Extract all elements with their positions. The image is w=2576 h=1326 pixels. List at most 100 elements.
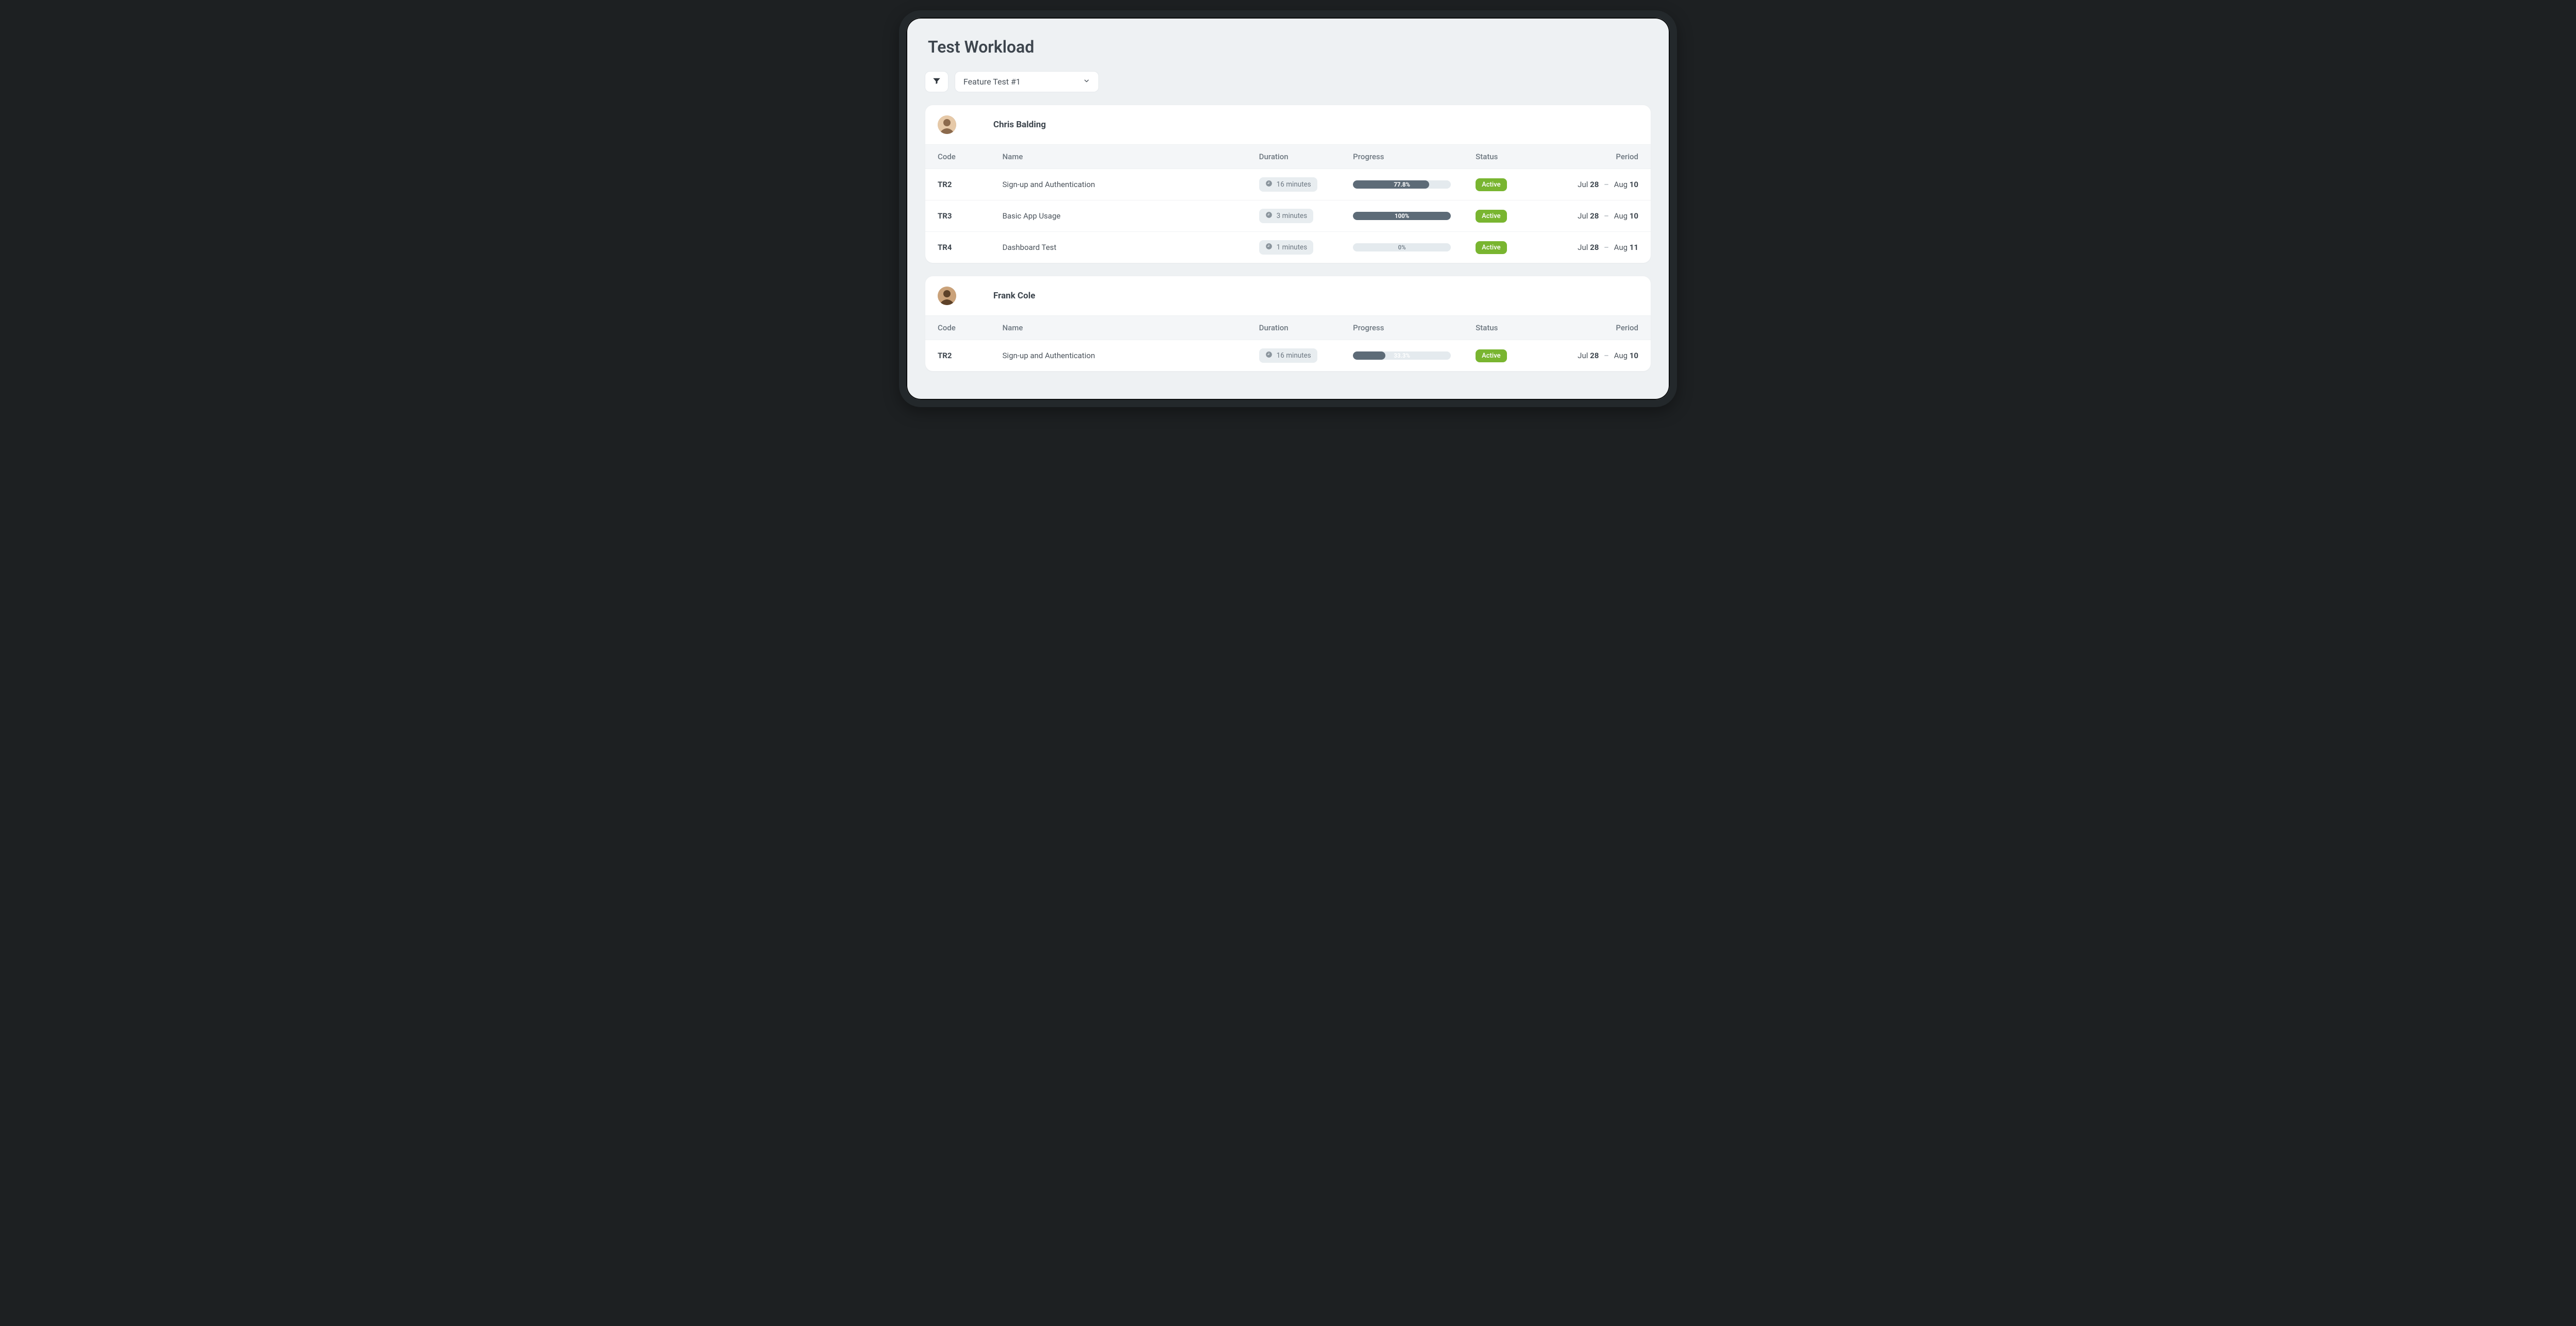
duration-chip: 1 minutes	[1259, 240, 1314, 255]
period-start-month: Jul	[1578, 243, 1588, 252]
cell-duration: 3 minutes	[1247, 200, 1341, 232]
period-dash: –	[1601, 243, 1612, 252]
duration-text: 16 minutes	[1277, 351, 1311, 360]
period-end-month: Aug	[1614, 243, 1628, 252]
col-code: Code	[925, 145, 990, 169]
cell-period: Jul 28 – Aug 10	[1535, 169, 1651, 200]
cell-name: Sign-up and Authentication	[990, 169, 1247, 200]
cell-name: Dashboard Test	[990, 232, 1247, 263]
workload-card: Chris Balding Code Name Duration Progres…	[925, 105, 1651, 263]
avatar	[938, 287, 956, 305]
progress-bar: 77.8%	[1353, 180, 1451, 189]
status-badge: Active	[1476, 241, 1506, 254]
cell-name: Basic App Usage	[990, 200, 1247, 232]
cell-code: TR2	[925, 169, 990, 200]
cell-duration: 16 minutes	[1247, 169, 1341, 200]
col-name: Name	[990, 316, 1247, 340]
progress-bar: 0%	[1353, 243, 1451, 251]
clock-icon	[1265, 351, 1273, 360]
col-duration: Duration	[1247, 145, 1341, 169]
person-name: Frank Cole	[993, 291, 1035, 301]
period-dash: –	[1601, 180, 1612, 189]
col-status: Status	[1463, 316, 1535, 340]
col-period: Period	[1535, 316, 1651, 340]
card-header: Frank Cole	[925, 276, 1651, 315]
cell-status: Active	[1463, 200, 1535, 232]
cell-progress: 0%	[1341, 232, 1463, 263]
clock-icon	[1265, 243, 1273, 252]
workload-table: Code Name Duration Progress Status Perio…	[925, 144, 1651, 263]
cell-code: TR4	[925, 232, 990, 263]
table-row[interactable]: TR4 Dashboard Test 1 minutes 0% Active J…	[925, 232, 1651, 263]
cell-code: TR3	[925, 200, 990, 232]
duration-text: 3 minutes	[1277, 212, 1308, 220]
progress-label: 77.8%	[1394, 181, 1410, 188]
status-badge: Active	[1476, 178, 1506, 191]
cell-period: Jul 28 – Aug 10	[1535, 340, 1651, 372]
feature-select-label: Feature Test #1	[963, 77, 1021, 87]
duration-chip: 16 minutes	[1259, 348, 1317, 363]
duration-chip: 3 minutes	[1259, 209, 1314, 223]
period-dash: –	[1601, 211, 1612, 221]
col-period: Period	[1535, 145, 1651, 169]
duration-text: 16 minutes	[1277, 180, 1311, 189]
period-end-month: Aug	[1614, 351, 1628, 360]
period-start-day: 28	[1590, 351, 1599, 360]
cell-status: Active	[1463, 340, 1535, 372]
card-header: Chris Balding	[925, 105, 1651, 144]
col-progress: Progress	[1341, 145, 1463, 169]
app-window: Test Workload Feature Test #1 Chris Bald…	[899, 10, 1677, 407]
period-start-month: Jul	[1578, 351, 1588, 360]
table-row[interactable]: TR2 Sign-up and Authentication 16 minute…	[925, 340, 1651, 372]
cell-status: Active	[1463, 169, 1535, 200]
period-end-day: 10	[1630, 351, 1638, 360]
person-name: Chris Balding	[993, 120, 1046, 130]
period-dash: –	[1601, 351, 1612, 360]
period-end-month: Aug	[1614, 211, 1628, 221]
duration-text: 1 minutes	[1277, 243, 1308, 251]
duration-chip: 16 minutes	[1259, 177, 1317, 192]
cell-progress: 100%	[1341, 200, 1463, 232]
period-start-day: 28	[1590, 243, 1599, 252]
feature-select[interactable]: Feature Test #1	[955, 71, 1099, 92]
cell-status: Active	[1463, 232, 1535, 263]
period-start-day: 28	[1590, 211, 1599, 221]
col-status: Status	[1463, 145, 1535, 169]
col-progress: Progress	[1341, 316, 1463, 340]
progress-fill	[1353, 351, 1385, 360]
col-duration: Duration	[1247, 316, 1341, 340]
cell-code: TR2	[925, 340, 990, 372]
table-row[interactable]: TR3 Basic App Usage 3 minutes 100% Activ…	[925, 200, 1651, 232]
progress-label: 100%	[1395, 212, 1409, 220]
progress-bar: 100%	[1353, 212, 1451, 220]
filter-icon	[932, 76, 941, 88]
cell-period: Jul 28 – Aug 10	[1535, 200, 1651, 232]
period-start-month: Jul	[1578, 180, 1588, 189]
period-end-day: 11	[1630, 243, 1638, 252]
period-end-day: 10	[1630, 211, 1638, 221]
progress-label: 33.3%	[1394, 352, 1410, 359]
page-title: Test Workload	[928, 37, 1651, 57]
period-start-month: Jul	[1578, 211, 1588, 221]
cell-name: Sign-up and Authentication	[990, 340, 1247, 372]
cell-duration: 1 minutes	[1247, 232, 1341, 263]
clock-icon	[1265, 211, 1273, 221]
progress-fill	[1353, 180, 1429, 189]
period-start-day: 28	[1590, 180, 1599, 189]
cell-progress: 77.8%	[1341, 169, 1463, 200]
table-row[interactable]: TR2 Sign-up and Authentication 16 minute…	[925, 169, 1651, 200]
workload-card: Frank Cole Code Name Duration Progress S…	[925, 276, 1651, 372]
status-badge: Active	[1476, 349, 1506, 362]
filter-button[interactable]	[925, 71, 948, 92]
cell-period: Jul 28 – Aug 11	[1535, 232, 1651, 263]
workload-table: Code Name Duration Progress Status Perio…	[925, 315, 1651, 371]
period-end-month: Aug	[1614, 180, 1628, 189]
clock-icon	[1265, 180, 1273, 189]
progress-bar: 33.3%	[1353, 351, 1451, 360]
col-code: Code	[925, 316, 990, 340]
progress-label: 0%	[1398, 244, 1406, 251]
cell-progress: 33.3%	[1341, 340, 1463, 372]
avatar	[938, 115, 956, 134]
status-badge: Active	[1476, 210, 1506, 223]
cell-duration: 16 minutes	[1247, 340, 1341, 372]
